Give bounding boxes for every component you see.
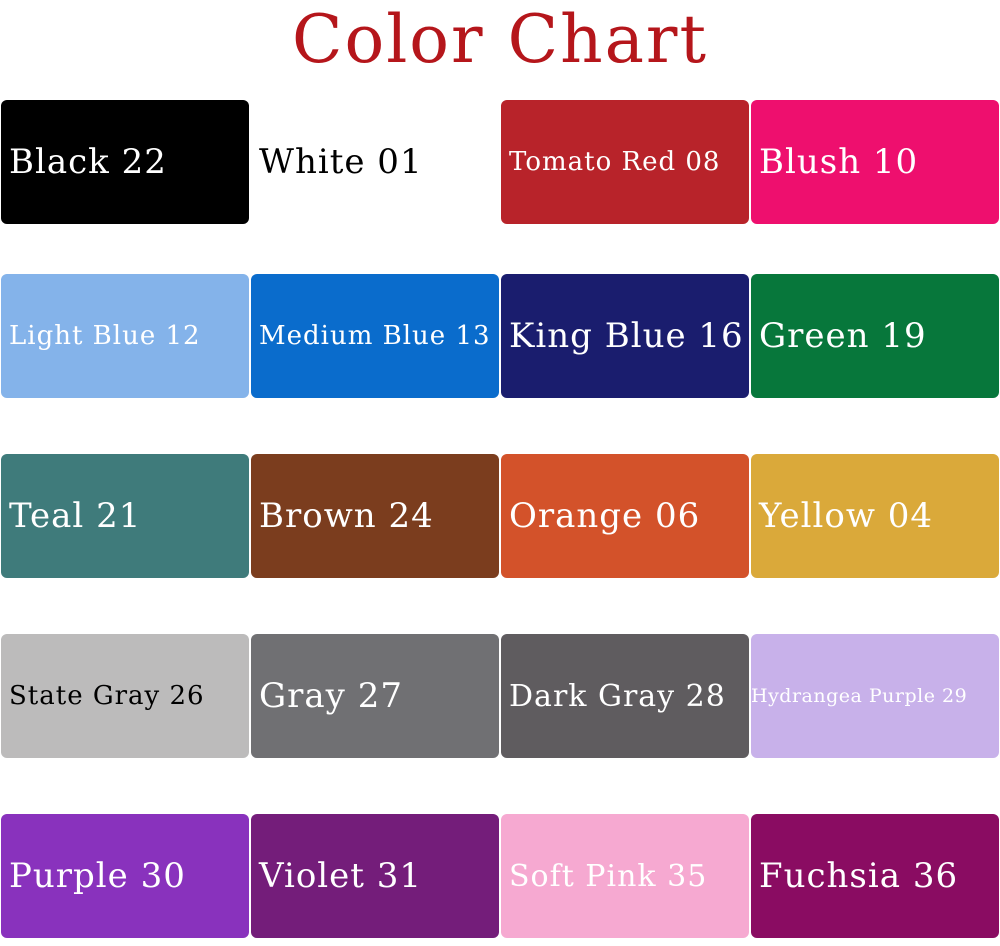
swatch-hydrangea-purple: Hydrangea Purple 29: [751, 634, 999, 758]
swatch-label: Orange 06: [509, 496, 701, 536]
swatch-label: Black 22: [9, 142, 167, 182]
swatch-violet: Violet 31: [251, 814, 499, 938]
swatch-medium-blue: Medium Blue 13: [251, 274, 499, 398]
swatch-state-gray: State Gray 26: [1, 634, 249, 758]
swatch-label: Gray 27: [259, 676, 403, 716]
swatch-soft-pink: Soft Pink 35: [501, 814, 749, 938]
swatch-king-blue: King Blue 16: [501, 274, 749, 398]
swatch-fuchsia: Fuchsia 36: [751, 814, 999, 938]
swatch-light-blue: Light Blue 12: [1, 274, 249, 398]
swatch-label: Purple 30: [9, 856, 186, 896]
swatch-label: State Gray 26: [9, 681, 205, 711]
swatch-label: Yellow 04: [759, 496, 934, 536]
swatch-label: Tomato Red 08: [509, 147, 721, 177]
swatch-green: Green 19: [751, 274, 999, 398]
swatch-brown: Brown 24: [251, 454, 499, 578]
swatch-label: King Blue 16: [509, 316, 744, 356]
swatch-label: Blush 10: [759, 142, 919, 182]
page-title: Color Chart: [291, 1, 709, 78]
swatch-label: Soft Pink 35: [509, 858, 708, 894]
swatch-white: White 01: [251, 100, 499, 224]
swatch-label: Fuchsia 36: [759, 856, 959, 896]
swatch-label: Violet 31: [259, 856, 423, 896]
swatch-label: White 01: [259, 142, 423, 182]
swatch-label: Light Blue 12: [9, 321, 201, 351]
swatch-yellow: Yellow 04: [751, 454, 999, 578]
swatch-purple: Purple 30: [1, 814, 249, 938]
swatch-blush: Blush 10: [751, 100, 999, 224]
swatch-label: Brown 24: [259, 496, 434, 536]
color-swatch-grid: Black 22 White 01 Tomato Red 08 Blush 10…: [0, 100, 1000, 942]
swatch-tomato-red: Tomato Red 08: [501, 100, 749, 224]
swatch-label: Green 19: [759, 316, 927, 356]
swatch-label: Dark Gray 28: [509, 678, 726, 714]
swatch-label: Teal 21: [9, 496, 142, 536]
swatch-dark-gray: Dark Gray 28: [501, 634, 749, 758]
swatch-teal: Teal 21: [1, 454, 249, 578]
swatch-label: Hydrangea Purple 29: [751, 685, 968, 707]
swatch-orange: Orange 06: [501, 454, 749, 578]
swatch-label: Medium Blue 13: [259, 321, 491, 351]
swatch-gray: Gray 27: [251, 634, 499, 758]
swatch-black: Black 22: [1, 100, 249, 224]
